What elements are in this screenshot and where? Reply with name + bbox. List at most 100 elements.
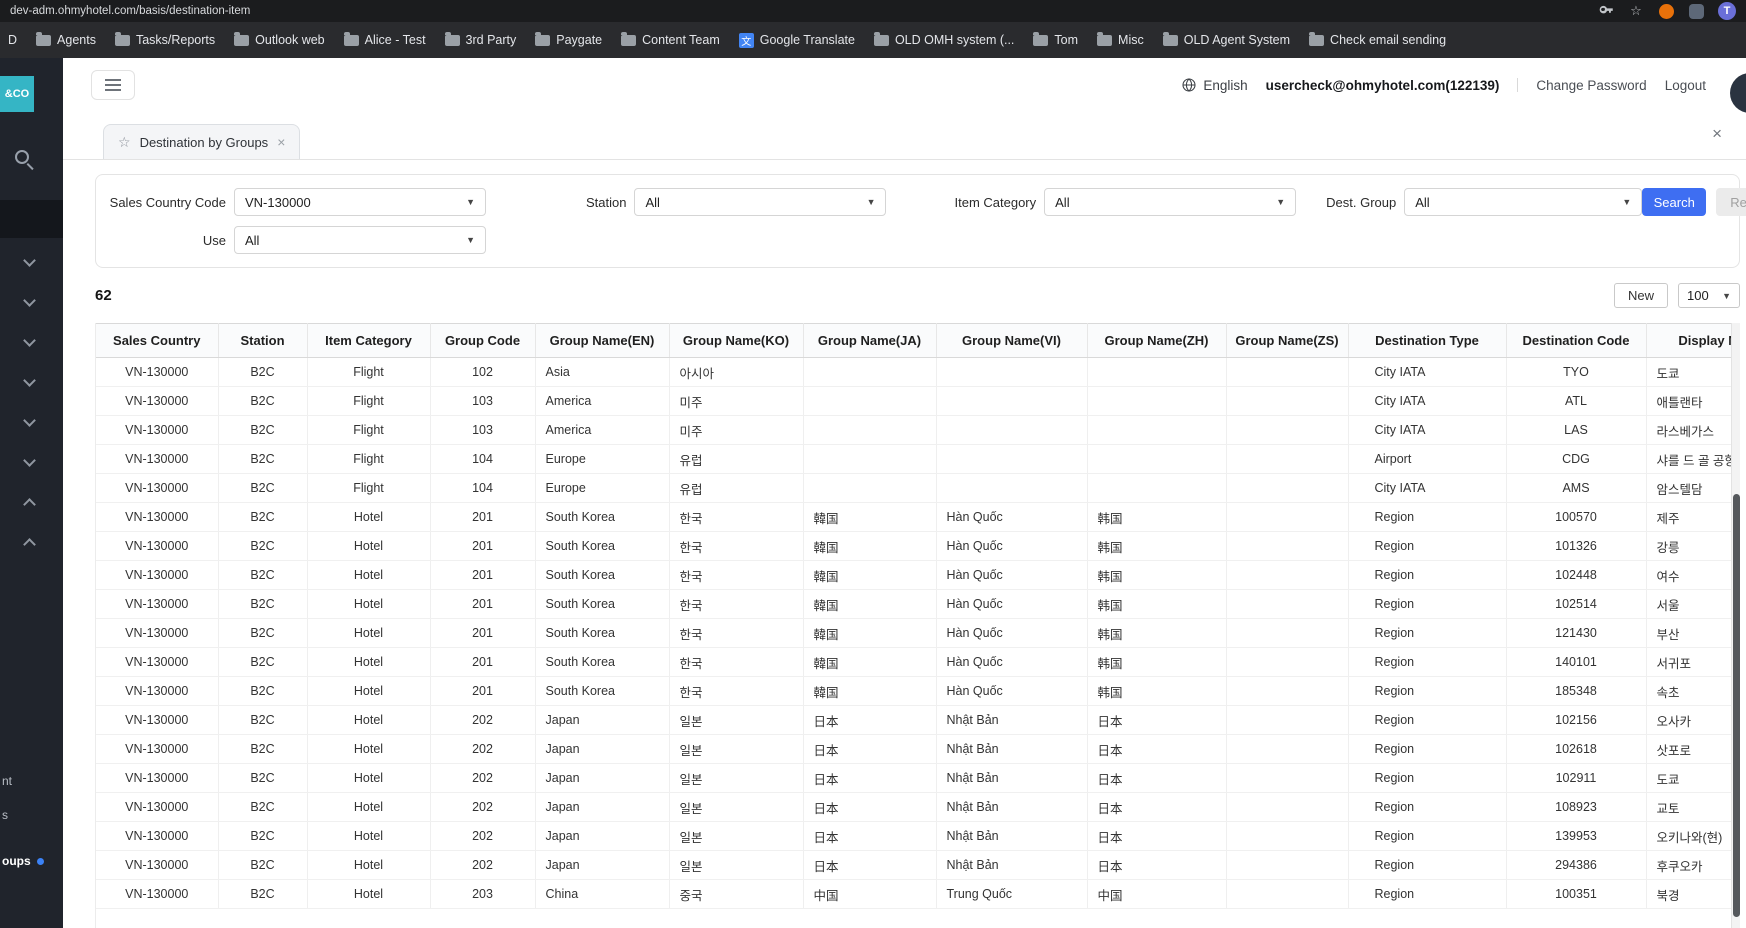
bookmark-item[interactable]: Tom	[1033, 31, 1078, 47]
bookmark-item[interactable]: OLD OMH system (...	[873, 31, 1014, 47]
table-row[interactable]: VN-130000 B2C Flight 103 America 미주 City IATA L…	[96, 415, 1740, 445]
chevron-down-icon[interactable]	[23, 254, 36, 267]
table-row[interactable]: VN-130000 B2C Hotel 202 Japan 일본 日本 Nhật Bản 日本 R…	[96, 763, 1740, 793]
table-cell: 日本	[803, 850, 937, 880]
table-row[interactable]: VN-130000 B2C Flight 104 Europe 유럽 Airport CDG 샤…	[96, 444, 1740, 474]
chevron-down-icon[interactable]	[23, 374, 36, 387]
tab-close-icon[interactable]: ×	[277, 134, 285, 150]
table-cell: VN-130000	[96, 676, 219, 706]
bookmark-item[interactable]: Outlook web	[234, 31, 325, 47]
table-cell: Hotel	[307, 560, 431, 590]
chevron-down-icon[interactable]	[23, 454, 36, 467]
bookmark-item[interactable]: OLD Agent System	[1162, 31, 1290, 47]
table-scrollbar[interactable]	[1731, 323, 1740, 928]
extension-icon-orange[interactable]	[1658, 3, 1674, 19]
column-header: Destination Type	[1348, 323, 1507, 358]
table-cell: 102	[430, 357, 536, 387]
table-cell: 애틀랜타	[1646, 386, 1740, 416]
bookmark-item[interactable]: Alice - Test	[343, 31, 426, 47]
table-row[interactable]: VN-130000 B2C Flight 104 Europe 유럽 City IATA AM…	[96, 473, 1740, 503]
filter-label: Station	[586, 194, 627, 210]
chevron-down-icon[interactable]	[23, 414, 36, 427]
bookmark-label: Outlook web	[255, 33, 325, 47]
sidebar-item-truncated[interactable]: s	[2, 808, 8, 822]
bookmark-item[interactable]: Content Team	[621, 31, 720, 47]
bookmark-item[interactable]: Paygate	[535, 31, 602, 47]
bookmark-star-icon[interactable]: ☆	[1628, 3, 1644, 19]
table-row[interactable]: VN-130000 B2C Hotel 201 South Korea 한국 韓国 Hàn Q…	[96, 589, 1740, 619]
table-row[interactable]: VN-130000 B2C Hotel 201 South Korea 한국 韓国 Hàn Q…	[96, 676, 1740, 706]
menu-toggle-button[interactable]	[91, 70, 135, 100]
close-all-tabs-icon[interactable]: ×	[1712, 124, 1722, 144]
table-cell	[1226, 763, 1349, 793]
table-cell: 103	[430, 415, 536, 445]
favorite-star-icon[interactable]: ☆	[118, 134, 131, 151]
chevron-up-icon[interactable]	[23, 538, 36, 551]
main-area: English usercheck@ohmyhotel.com(122139) …	[63, 58, 1746, 928]
table-row[interactable]: VN-130000 B2C Flight 103 America 미주 City IATA A…	[96, 386, 1740, 416]
bookmark-item[interactable]: 文 Google Translate	[738, 32, 855, 48]
table-row[interactable]: VN-130000 B2C Hotel 201 South Korea 한국 韓国 Hàn Q…	[96, 560, 1740, 590]
table-cell	[1087, 473, 1227, 503]
key-icon[interactable]	[1598, 3, 1614, 19]
table-cell: B2C	[218, 560, 308, 590]
table-row[interactable]: VN-130000 B2C Hotel 202 Japan 일본 日本 Nhật Bản 日本 R…	[96, 792, 1740, 822]
table-body: VN-130000 B2C Flight 102 Asia 아시아 City IATA TYO…	[96, 357, 1740, 909]
sales-country-code-select[interactable]: VN-130000 ▼	[234, 188, 486, 216]
table-row[interactable]: VN-130000 B2C Hotel 201 South Korea 한국 韓国 Hàn Q…	[96, 502, 1740, 532]
sidebar-item-destination-groups[interactable]: oups	[2, 854, 44, 868]
table-cell: South Korea	[535, 531, 670, 561]
use-select[interactable]: All ▼	[234, 226, 486, 254]
table-row[interactable]: VN-130000 B2C Hotel 202 Japan 일본 日本 Nhật Bản 日本 R…	[96, 734, 1740, 764]
app-logo[interactable]: &CO	[0, 76, 34, 112]
sidebar-item-truncated[interactable]: nt	[2, 774, 12, 788]
extension-icon[interactable]	[1688, 3, 1704, 19]
bookmark-item[interactable]: Agents	[36, 31, 96, 47]
table-cell: 日本	[803, 705, 937, 735]
bookmark-item[interactable]: D	[8, 33, 17, 47]
bookmark-item[interactable]: Misc	[1097, 31, 1144, 47]
table-cell	[936, 357, 1088, 387]
address-bar[interactable]: dev-adm.ohmyhotel.com/basis/destination-…	[10, 5, 250, 17]
bookmark-item[interactable]: Check email sending	[1309, 31, 1446, 47]
table-cell: VN-130000	[96, 763, 219, 793]
table-cell: Nhật Bản	[936, 763, 1088, 793]
chevron-down-icon[interactable]	[23, 294, 36, 307]
new-button[interactable]: New	[1613, 283, 1668, 308]
table-row[interactable]: VN-130000 B2C Hotel 201 South Korea 한국 韓国 Hàn Q…	[96, 531, 1740, 561]
table-row[interactable]: VN-130000 B2C Hotel 201 South Korea 한국 韓国 Hàn Q…	[96, 647, 1740, 677]
bookmark-item[interactable]: 3rd Party	[444, 31, 516, 47]
filter-sales-country-code: Sales Country Code VN-130000 ▼	[108, 188, 486, 216]
table-cell: Hàn Quốc	[936, 647, 1088, 677]
sidebar-active-band[interactable]	[0, 200, 63, 238]
table-cell: 일본	[669, 705, 804, 735]
item-category-select[interactable]: All ▼	[1044, 188, 1297, 216]
table-cell: B2C	[218, 357, 308, 387]
table-cell: 미주	[669, 386, 804, 416]
table-row[interactable]: VN-130000 B2C Hotel 202 Japan 일본 日本 Nhật Bản 日本 R…	[96, 850, 1740, 880]
page-size-select[interactable]: 100 ▼	[1678, 283, 1740, 308]
table-row[interactable]: VN-130000 B2C Hotel 201 South Korea 한국 韓国 Hàn Q…	[96, 618, 1740, 648]
search-button[interactable]: Search	[1642, 188, 1707, 216]
logout-link[interactable]: Logout	[1665, 78, 1706, 93]
dest-group-select[interactable]: All ▼	[1404, 188, 1643, 216]
scrollbar-thumb[interactable]	[1733, 494, 1740, 917]
station-select[interactable]: All ▼	[634, 188, 887, 216]
table-cell	[936, 415, 1088, 445]
reset-button[interactable]: Reset	[1716, 188, 1746, 216]
chevron-down-icon[interactable]	[23, 334, 36, 347]
folder-icon	[1097, 31, 1113, 46]
table-row[interactable]: VN-130000 B2C Hotel 202 Japan 일본 日本 Nhật Bản 日本 R…	[96, 821, 1740, 851]
language-switcher[interactable]: English	[1181, 77, 1248, 93]
bookmark-item[interactable]: Tasks/Reports	[114, 31, 215, 47]
table-cell: Europe	[535, 473, 670, 503]
floating-widget-button[interactable]	[1730, 73, 1746, 113]
change-password-link[interactable]: Change Password	[1536, 78, 1646, 93]
profile-avatar[interactable]: T	[1718, 2, 1736, 20]
table-row[interactable]: VN-130000 B2C Flight 102 Asia 아시아 City IATA TYO…	[96, 357, 1740, 387]
table-row[interactable]: VN-130000 B2C Hotel 203 China 중국 中国 Trung Quốc 中…	[96, 879, 1740, 909]
chevron-up-icon[interactable]	[23, 498, 36, 511]
tab-destination-by-groups[interactable]: ☆ Destination by Groups ×	[103, 124, 301, 159]
table-row[interactable]: VN-130000 B2C Hotel 202 Japan 일본 日本 Nhật Bản 日本 R…	[96, 705, 1740, 735]
search-icon[interactable]	[15, 150, 29, 164]
